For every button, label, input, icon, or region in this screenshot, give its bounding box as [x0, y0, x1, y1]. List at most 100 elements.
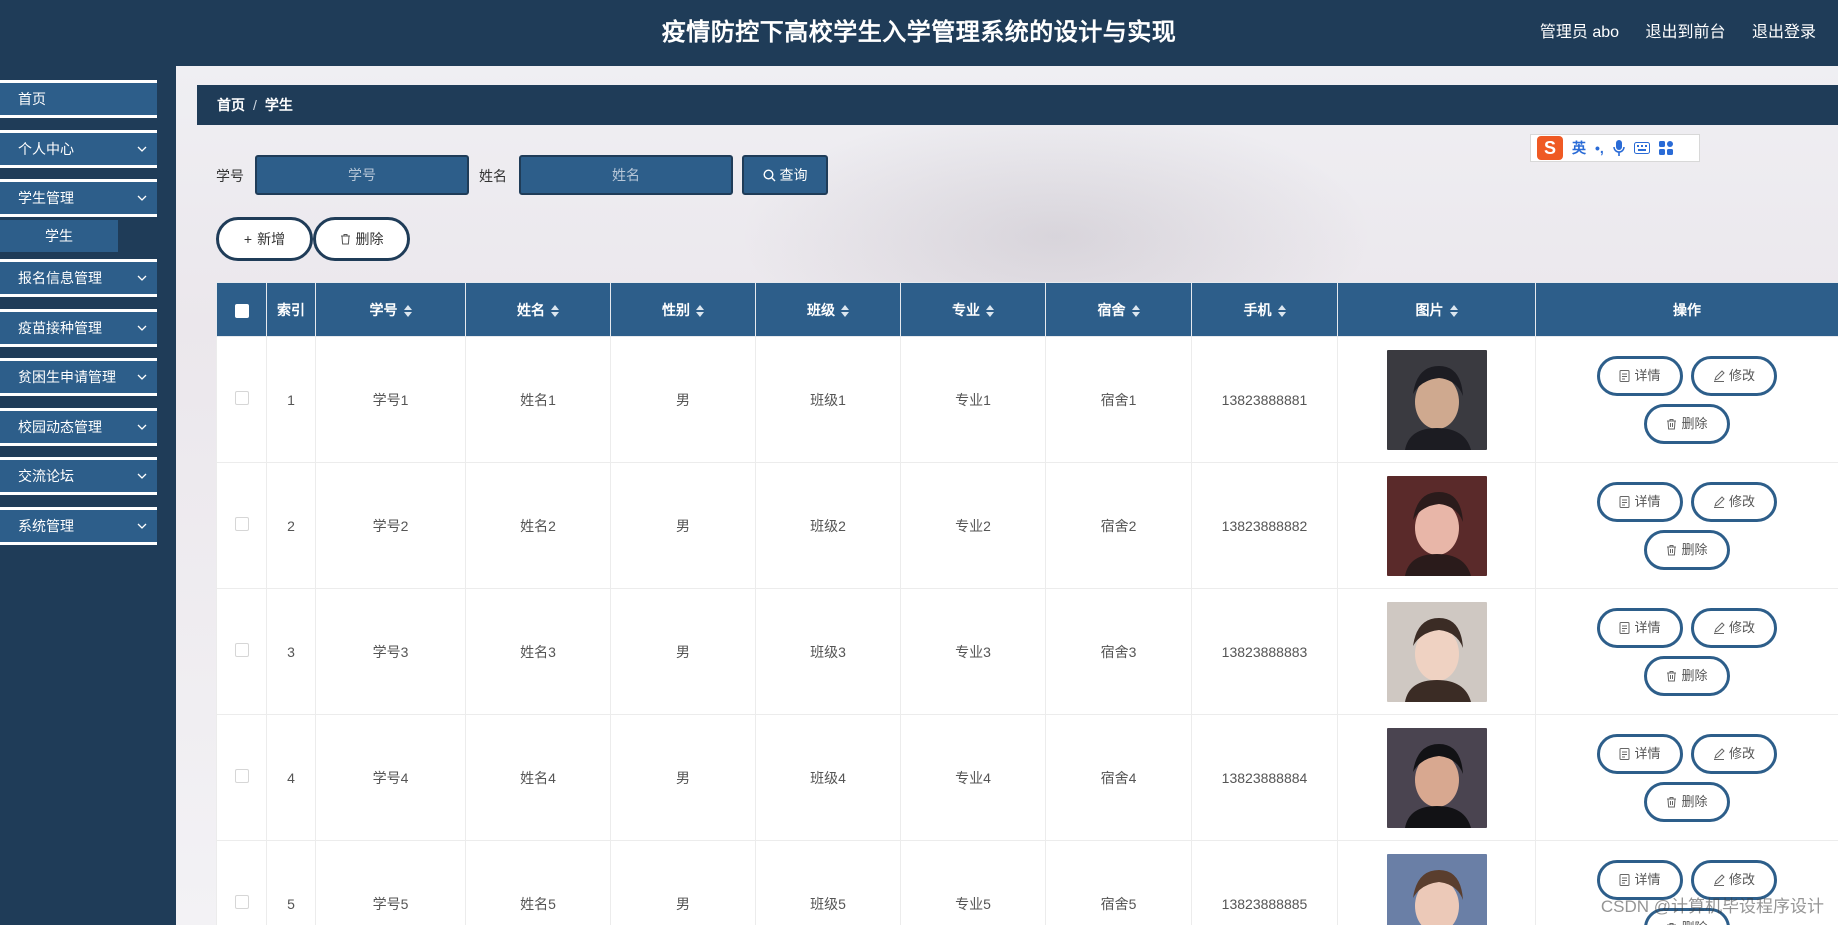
delete-button-label: 删除 — [1681, 541, 1708, 557]
sidebar-item-forum[interactable]: 交流论坛 — [0, 457, 157, 495]
student-id-input[interactable]: 学号 — [255, 155, 469, 195]
cell-photo — [1337, 714, 1536, 841]
edit-button-label: 修改 — [1728, 871, 1755, 887]
column-header-label: 学号 — [369, 301, 398, 318]
query-button[interactable]: 查询 — [742, 155, 828, 195]
sogou-logo-icon: S — [1537, 136, 1563, 160]
select-all-header — [216, 282, 267, 337]
column-header-label: 索引 — [277, 301, 305, 318]
sidebar-item-poverty-application[interactable]: 贫困生申请管理 — [0, 358, 157, 396]
sort-icon[interactable] — [1131, 304, 1140, 317]
sidebar-item-campus-news[interactable]: 校园动态管理 — [0, 408, 157, 446]
sidebar-item-label: 校园动态管理 — [18, 419, 102, 435]
exit-to-front-link[interactable]: 退出到前台 — [1646, 24, 1726, 41]
select-all-checkbox[interactable] — [234, 303, 249, 318]
batch-delete-label: 删除 — [355, 231, 384, 247]
trash-icon — [340, 234, 350, 245]
sort-icon[interactable] — [696, 304, 704, 317]
student-name-input[interactable]: 姓名 — [519, 155, 733, 195]
sidebar-subitem-student[interactable]: 学生 — [0, 220, 118, 252]
chevron-down-icon — [137, 473, 147, 479]
cell-phone: 13823888885 — [1191, 840, 1338, 925]
column-header[interactable]: 专业 — [900, 282, 1046, 337]
delete-button-label: 删除 — [1681, 415, 1708, 431]
cell-actions: 详情 修改删除 — [1535, 336, 1838, 463]
table-header-row: 索引 学号 姓名 性别 班级 专业 宿舍 手机 图片 操作 — [216, 282, 1838, 337]
sidebar-item-student-management[interactable]: 学生管理 — [0, 179, 157, 217]
sidebar-item-label: 学生管理 — [18, 190, 74, 206]
detail-button[interactable]: 详情 — [1597, 481, 1683, 522]
sidebar-item-system-management[interactable]: 系统管理 — [0, 507, 157, 545]
pencil-icon — [1713, 872, 1729, 887]
current-user: 管理员 abo — [1539, 24, 1620, 41]
sidebar-item-registration-info[interactable]: 报名信息管理 — [0, 259, 157, 297]
edit-button[interactable]: 修改 — [1691, 481, 1777, 522]
sidebar-item-personal-center[interactable]: 个人中心 — [0, 130, 157, 168]
student-photo — [1386, 853, 1487, 925]
edit-button[interactable]: 修改 — [1691, 355, 1777, 396]
cell-name: 姓名1 — [465, 336, 611, 463]
column-header[interactable]: 图片 — [1337, 282, 1536, 337]
column-header-label: 手机 — [1243, 301, 1272, 318]
sort-icon[interactable] — [841, 304, 849, 317]
detail-button[interactable]: 详情 — [1597, 607, 1683, 648]
cell-id: 学号3 — [315, 588, 466, 715]
sort-icon[interactable] — [1277, 304, 1286, 317]
sort-icon[interactable] — [1449, 304, 1458, 317]
sidebar-item-label: 报名信息管理 — [18, 270, 102, 286]
cell-index: 5 — [266, 840, 316, 925]
logout-link[interactable]: 退出登录 — [1752, 24, 1816, 41]
delete-button[interactable]: 删除 — [1644, 403, 1730, 444]
edit-button-label: 修改 — [1728, 367, 1755, 383]
chevron-down-icon — [137, 275, 147, 281]
ime-lang-toggle[interactable]: 英 — [1572, 138, 1586, 158]
cell-name: 姓名3 — [465, 588, 611, 715]
row-select-cell — [216, 462, 267, 589]
sidebar-item-label: 贫困生申请管理 — [18, 369, 116, 385]
cell-major: 专业2 — [900, 462, 1046, 589]
row-checkbox[interactable] — [234, 517, 249, 531]
row-checkbox[interactable] — [234, 769, 249, 783]
column-header[interactable]: 宿舍 — [1045, 282, 1192, 337]
microphone-icon[interactable] — [1613, 140, 1625, 156]
detail-button[interactable]: 详情 — [1597, 355, 1683, 396]
detail-button[interactable]: 详情 — [1597, 733, 1683, 774]
delete-button[interactable]: 删除 — [1644, 529, 1730, 570]
row-checkbox[interactable] — [234, 643, 249, 657]
add-button[interactable]: + 新增 — [216, 217, 313, 261]
sidebar-item-vaccination[interactable]: 疫苗接种管理 — [0, 309, 157, 347]
sort-icon[interactable] — [551, 304, 559, 317]
main-content: 首页 / 学生 S 英 •, 学号 学号 姓名 姓名 查询 + 新增 删除 索引 学号 — [176, 66, 1838, 925]
ime-toolbar[interactable]: S 英 •, — [1530, 134, 1700, 162]
sidebar-item-home[interactable]: 首页 — [0, 80, 157, 118]
column-header[interactable]: 性别 — [610, 282, 756, 337]
column-header[interactable]: 学号 — [315, 282, 466, 337]
cell-dorm: 宿舍4 — [1045, 714, 1192, 841]
chevron-down-icon — [137, 325, 147, 331]
row-checkbox[interactable] — [234, 895, 249, 909]
delete-button[interactable]: 删除 — [1644, 781, 1730, 822]
delete-button[interactable]: 删除 — [1644, 655, 1730, 696]
sort-icon[interactable] — [403, 304, 412, 317]
batch-delete-button[interactable]: 删除 — [313, 217, 410, 261]
grid-menu-icon[interactable] — [1658, 141, 1673, 155]
row-select-cell — [216, 588, 267, 715]
edit-button[interactable]: 修改 — [1691, 607, 1777, 648]
sidebar-item-label: 交流论坛 — [18, 468, 74, 484]
chevron-down-icon — [137, 374, 147, 380]
breadcrumb-home[interactable]: 首页 — [217, 97, 245, 113]
chevron-down-icon — [137, 523, 147, 529]
edit-button[interactable]: 修改 — [1691, 733, 1777, 774]
column-header[interactable]: 手机 — [1191, 282, 1338, 337]
column-header[interactable]: 姓名 — [465, 282, 611, 337]
row-checkbox[interactable] — [234, 391, 249, 405]
cell-id: 学号2 — [315, 462, 466, 589]
cell-id: 学号5 — [315, 840, 466, 925]
sort-icon[interactable] — [986, 304, 994, 317]
detail-button-label: 详情 — [1634, 619, 1661, 635]
ime-punct-toggle[interactable]: •, — [1595, 140, 1604, 156]
table-row: 4 学号4 姓名4 男班级4 专业4 宿舍4 13823888884 详情 修改 删除 — [216, 714, 1838, 841]
keyboard-icon[interactable] — [1633, 142, 1650, 154]
column-header[interactable]: 班级 — [755, 282, 901, 337]
student-photo — [1386, 475, 1487, 576]
